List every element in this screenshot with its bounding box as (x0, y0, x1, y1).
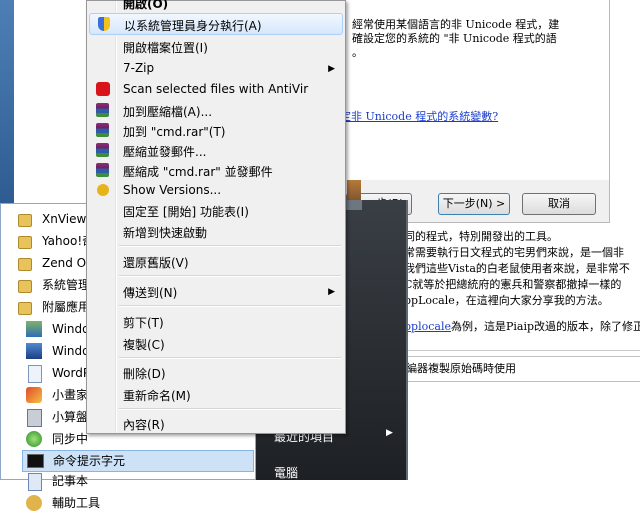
winrar-icon (96, 103, 109, 117)
menu-item-scan-antivir[interactable]: Scan selected files with AntiVir (89, 80, 343, 100)
cancel-button[interactable]: 取消 (522, 193, 596, 215)
versions-icon (97, 184, 109, 196)
menu-item-7zip[interactable]: 7-Zip ▶ (89, 59, 343, 79)
article-line: ppLocale，在這裡向大家分享我的方法。 (404, 294, 609, 307)
folder-icon (18, 214, 32, 227)
article-line: C就等於把總統府的憲兵和警察都撤掉一樣的 (404, 278, 622, 291)
menu-item-add-to-archive[interactable]: 加到壓縮檔(A)... (89, 101, 343, 121)
start-menu-edge (406, 200, 408, 480)
menu-item-delete[interactable]: 刪除(D) (89, 363, 343, 383)
chevron-right-icon: ▶ (386, 428, 393, 438)
code-box-text: 編器複製原始碼時使用 (406, 362, 516, 375)
window-edge (0, 0, 14, 205)
menu-item-restore-previous[interactable]: 還原舊版(V) (89, 252, 343, 272)
context-menu: 開啟(O) 以系統管理員身分執行(A) 開啟檔案位置(I) 7-Zip ▶ Sca… (86, 0, 346, 434)
winrar-icon (96, 163, 109, 177)
program-command-prompt[interactable]: 命令提示字元 (22, 450, 254, 472)
submenu-arrow-icon: ▶ (328, 64, 335, 74)
next-button[interactable]: 下一步(N) > (438, 193, 510, 215)
dialog-text-line: 確設定您的系統的 "非 Unicode 程式的語 (352, 32, 557, 45)
winrar-icon (96, 143, 109, 157)
menu-item-add-to-quick-launch[interactable]: 新增到快速啟動 (89, 222, 343, 242)
paint-icon (26, 387, 42, 403)
winrar-icon (96, 123, 109, 137)
notepad-icon (28, 473, 42, 491)
sync-icon (26, 431, 42, 447)
menu-item-send-to[interactable]: 傳送到(N) ▶ (89, 282, 343, 302)
article-line: 同的程式，特別開發出的工具。 (404, 230, 558, 243)
window-icon (26, 343, 42, 359)
folder-icon (18, 302, 32, 315)
submenu-arrow-icon: ▶ (328, 287, 335, 297)
menu-separator (119, 305, 341, 307)
folder-icon (18, 236, 32, 249)
document-icon (28, 365, 42, 383)
article-line: 我們這些Vista的白老鼠使用者來說，是非常不 (404, 262, 630, 275)
menu-item-open-file-location[interactable]: 開啟檔案位置(I) (89, 37, 343, 57)
dialog-help-link[interactable]: 定非 Unicode 程式的系統變數? (340, 108, 498, 124)
calculator-icon (27, 409, 42, 427)
menu-item-compress-cmd-rar-and-email[interactable]: 壓縮成 "cmd.rar" 並發郵件 (89, 161, 343, 181)
window-icon (26, 321, 42, 337)
dialog-text-line: 。 (352, 46, 363, 59)
menu-separator (119, 408, 341, 410)
menu-item-run-as-admin[interactable]: 以系統管理員身分執行(A) (89, 13, 343, 35)
uac-shield-icon (98, 17, 110, 31)
article-paragraph: pplocale為例，這是Piaip改過的版本，除了修正 (404, 320, 640, 333)
menu-item-add-to-cmd-rar[interactable]: 加到 "cmd.rar"(T) (89, 121, 343, 141)
menu-separator (119, 357, 341, 359)
menu-item-copy[interactable]: 複製(C) (89, 334, 343, 354)
program-notepad[interactable]: 記事本 (22, 470, 262, 492)
locale-dialog: 經常使用某個語言的非 Unicode 程式，建 確設定您的系統的 "非 Unic… (340, 0, 610, 223)
folder-icon (18, 280, 32, 293)
article-line: 常需要執行日文程式的宅男們來說，是一個非 (404, 246, 624, 259)
menu-item-rename[interactable]: 重新命名(M) (89, 385, 343, 405)
applocale-link[interactable]: pplocale (404, 320, 451, 333)
menu-separator (119, 245, 341, 247)
computer-link[interactable]: 電腦 (274, 464, 298, 481)
menu-item-compress-and-email[interactable]: 壓縮並發郵件... (89, 141, 343, 161)
command-prompt-icon (27, 454, 44, 468)
menu-item-open[interactable]: 開啟(O) (89, 0, 343, 13)
program-folder-accessibility[interactable]: 輔助工具 (22, 492, 262, 514)
antivir-icon (96, 82, 110, 96)
menu-item-cut[interactable]: 剪下(T) (89, 312, 343, 332)
menu-item-properties[interactable]: 內容(R) (89, 414, 343, 434)
folder-icon (18, 258, 32, 271)
menu-item-show-versions[interactable]: Show Versions... (89, 181, 343, 201)
menu-separator (119, 275, 341, 277)
menu-item-pin-to-start[interactable]: 固定至 [開始] 功能表(I) (89, 201, 343, 221)
accessibility-icon (26, 495, 42, 511)
